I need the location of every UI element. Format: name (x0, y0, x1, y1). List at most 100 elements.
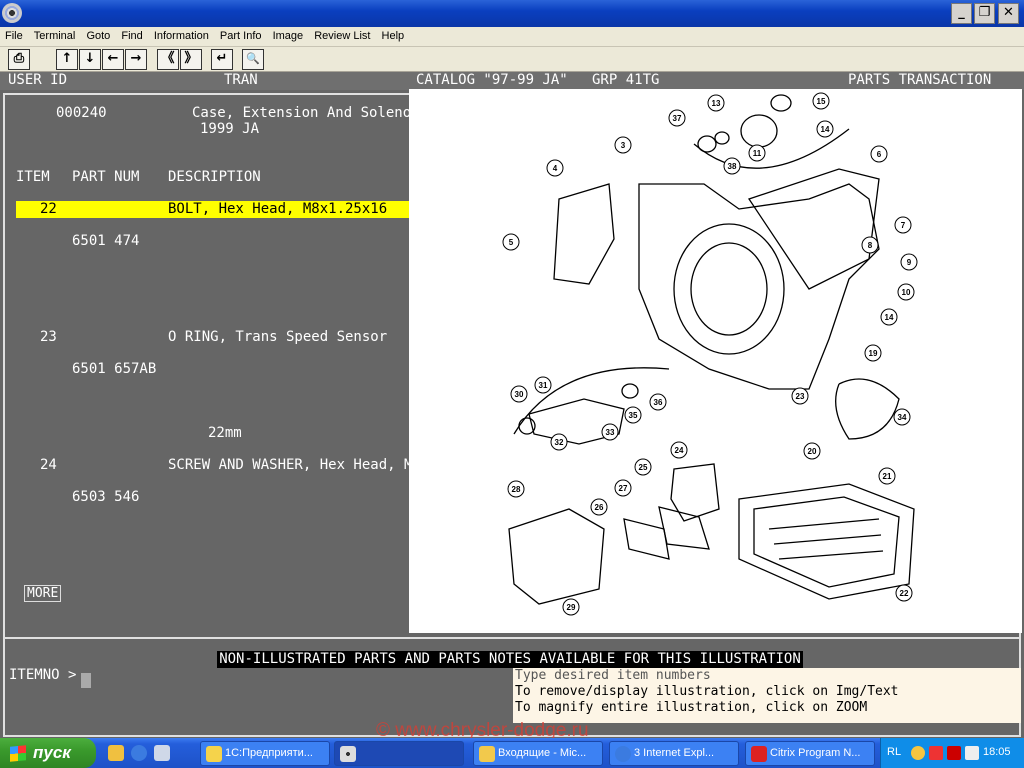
language-indicator[interactable]: RL (887, 746, 901, 758)
app-cd-icon (2, 3, 22, 23)
help-line: To magnify entire illustration, click on… (515, 700, 868, 715)
menu-bar: File Terminal Goto Find Information Part… (0, 27, 1024, 47)
start-label: пуск (33, 743, 71, 762)
row-item[interactable]: 23 (40, 329, 57, 345)
callout-label: 27 (619, 484, 628, 493)
help-line: Type desired item numbers (515, 668, 711, 683)
arrow-left-icon[interactable]: ← (102, 49, 124, 70)
enter-icon[interactable]: ↵ (211, 49, 233, 70)
help-box: Type desired item numbers To remove/disp… (513, 668, 1021, 723)
callout-label: 36 (654, 398, 663, 407)
minimize-button[interactable]: _ (951, 3, 972, 24)
row-item[interactable]: 24 (40, 457, 57, 473)
task-cd-app[interactable] (334, 741, 464, 766)
task-internet-explorer[interactable]: 3 Internet Expl... (609, 741, 739, 766)
non-illustrated-banner[interactable]: NON-ILLUSTRATED PARTS AND PARTS NOTES AV… (217, 651, 803, 668)
callout-label: 21 (883, 472, 892, 481)
menu-find[interactable]: Find (116, 27, 145, 42)
callout-label: 10 (902, 288, 911, 297)
row-part-num[interactable]: 6503 546 (72, 489, 139, 505)
taskbar: пуск 1С:Предприяти... Входящие - Mic... … (0, 738, 1024, 768)
callout-label: 6 (877, 150, 882, 159)
itemno-input[interactable] (81, 673, 91, 688)
arrow-down-icon[interactable]: ↓ (79, 49, 101, 70)
task-citrix[interactable]: Citrix Program N... (745, 741, 875, 766)
callout-label: 35 (629, 411, 638, 420)
menu-image[interactable]: Image (268, 27, 307, 42)
callout-label: 33 (606, 428, 615, 437)
ati-icon[interactable] (947, 746, 961, 760)
terminal-screen: USER ID TRAN CATALOG "97-99 JA" GRP 41TG… (0, 72, 1024, 738)
column-description: DESCRIPTION (168, 169, 261, 185)
group-number: 000240 (56, 105, 107, 121)
callout-label: 11 (753, 149, 762, 158)
callout-label: 25 (639, 463, 648, 472)
menu-information[interactable]: Information (149, 27, 212, 42)
desktop-icon[interactable] (154, 745, 170, 761)
tray-icon[interactable] (911, 746, 925, 760)
callout-label: 30 (515, 390, 524, 399)
ie-icon (615, 746, 631, 762)
group-year: 1999 JA (200, 121, 260, 137)
print-icon[interactable]: ⎙ (8, 49, 30, 70)
row-description[interactable]: SCREW AND WASHER, Hex Head, M6 (168, 457, 421, 473)
callout-label: 4 (553, 164, 558, 173)
table-row-selected[interactable]: 22 BOLT, Hex Head, M8x1.25x16 (16, 201, 416, 218)
callout-label: 38 (728, 162, 737, 171)
terminal-header: USER ID TRAN CATALOG "97-99 JA" GRP 41TG… (0, 72, 1024, 90)
ie-icon[interactable] (131, 745, 147, 761)
callout-label: 5 (509, 238, 514, 247)
callout-label: 19 (869, 349, 878, 358)
arrow-up-icon[interactable]: ↑ (56, 49, 78, 70)
maximize-button[interactable]: ❐ (974, 3, 995, 24)
callout-label: 32 (555, 438, 564, 447)
cd-icon (340, 746, 356, 762)
help-line: To remove/display illustration, click on… (515, 684, 899, 699)
system-tray: RL 18:05 (880, 738, 1024, 768)
callout-label: 13 (712, 99, 721, 108)
task-inbox[interactable]: Входящие - Mic... (473, 741, 603, 766)
next-page-icon[interactable]: 》 (180, 49, 202, 70)
callout-label: 34 (898, 413, 907, 422)
previous-page-icon[interactable]: 《 (157, 49, 179, 70)
quicklaunch-icon[interactable] (108, 745, 124, 761)
tran-label: TRAN (224, 72, 258, 88)
group-name: Case, Extension And Solenoi (192, 105, 420, 121)
row-note: 22mm (208, 425, 242, 441)
menu-goto[interactable]: Goto (81, 27, 113, 42)
tray-icon[interactable] (929, 746, 943, 760)
row-description[interactable]: O RING, Trans Speed Sensor (168, 329, 387, 345)
1c-icon (206, 746, 222, 762)
callout-label: 20 (808, 447, 817, 456)
close-button[interactable]: ✕ (998, 3, 1019, 24)
window-titlebar[interactable]: _ ❐ ✕ (0, 0, 1024, 27)
task-1c[interactable]: 1С:Предприяти... (200, 741, 330, 766)
callout-label: 22 (900, 589, 909, 598)
parts-illustration[interactable]: 13 15 14 37 11 38 3 4 6 5 7 8 9 10 14 19… (409, 89, 1022, 633)
row-part-num[interactable]: 6501 657AB (72, 361, 156, 377)
start-button[interactable]: пуск (0, 738, 96, 768)
row-part-num[interactable]: 6501 474 (72, 233, 139, 249)
menu-review-list[interactable]: Review List (309, 27, 373, 42)
volume-icon[interactable] (965, 746, 979, 760)
outlook-icon (479, 746, 495, 762)
callout-label: 14 (821, 125, 830, 134)
callout-label: 9 (907, 258, 912, 267)
callout-label: 24 (675, 446, 684, 455)
callout-label: 29 (567, 603, 576, 612)
callout-label: 14 (885, 313, 894, 322)
callout-label: 28 (512, 485, 521, 494)
menu-help[interactable]: Help (377, 27, 408, 42)
arrow-right-icon[interactable]: → (125, 49, 147, 70)
catalog-label: CATALOG "97-99 JA" (416, 72, 568, 88)
menu-file[interactable]: File (0, 27, 26, 42)
task-label: 1С:Предприяти... (225, 747, 313, 759)
callout-label: 15 (817, 97, 826, 106)
zoom-icon[interactable]: 🔍 (242, 49, 264, 70)
more-button[interactable]: MORE (24, 585, 62, 602)
exploded-diagram: 13 15 14 37 11 38 3 4 6 5 7 8 9 10 14 19… (502, 92, 918, 616)
callout-label: 8 (868, 241, 873, 250)
menu-part-info[interactable]: Part Info (215, 27, 265, 42)
task-label: Citrix Program N... (770, 747, 861, 759)
menu-terminal[interactable]: Terminal (29, 27, 79, 42)
